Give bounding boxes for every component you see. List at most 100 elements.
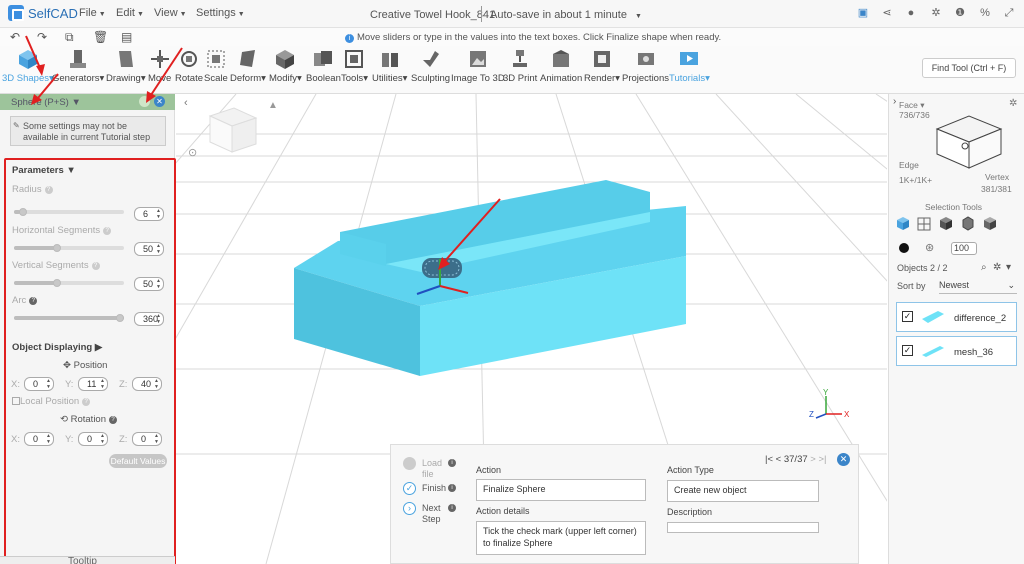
menu-view[interactable]: View ▼ bbox=[154, 7, 187, 19]
position-x-input[interactable]: 0 ▲ ▼ bbox=[24, 377, 54, 391]
color-swatch[interactable] bbox=[899, 243, 909, 253]
tool-image-to-3d[interactable]: Image To 3D bbox=[451, 48, 505, 84]
help-icon[interactable]: ? bbox=[44, 186, 53, 194]
objects-settings-icon[interactable]: ✲ bbox=[993, 262, 1001, 273]
vertical-segments-slider[interactable] bbox=[14, 279, 124, 287]
find-tool-button[interactable]: Find Tool (Ctrl + F) bbox=[922, 58, 1016, 78]
notifications-icon[interactable]: ● bbox=[904, 6, 918, 20]
tool-drawing[interactable]: Drawing▾ bbox=[106, 48, 146, 84]
tool-deform[interactable]: Deform▾ bbox=[230, 48, 266, 84]
settings-icon[interactable]: ✲ bbox=[929, 6, 943, 20]
help-icon[interactable]: ? bbox=[82, 398, 91, 406]
redo-icon[interactable]: ↷ bbox=[37, 30, 47, 44]
local-position-toggle[interactable]: Local Position? bbox=[12, 396, 91, 407]
arc-input[interactable]: 360 ▲ ▼ bbox=[134, 312, 164, 326]
tool-tutorials[interactable]: Tutorials▾ bbox=[669, 48, 710, 84]
share-icon[interactable]: ⋖ bbox=[880, 6, 894, 20]
help-icon[interactable]: ? bbox=[91, 262, 100, 270]
opacity-input[interactable]: 100 bbox=[951, 242, 977, 255]
menu-settings[interactable]: Settings ▼ bbox=[196, 7, 245, 19]
object-displaying-title[interactable]: Object Displaying ▶ bbox=[12, 342, 102, 353]
object-visibility-checkbox[interactable]: ✓ bbox=[902, 311, 913, 322]
rotation-y-input[interactable]: 0 ▲ ▼ bbox=[78, 432, 108, 446]
select-mesh-icon[interactable] bbox=[917, 217, 931, 231]
fullscreen-icon[interactable]: ⤢ bbox=[1002, 6, 1016, 20]
tool-move[interactable]: Move bbox=[148, 48, 171, 84]
close-action-panel-button[interactable]: ✕ bbox=[837, 453, 850, 466]
vertex-label[interactable]: Vertex bbox=[985, 172, 1009, 182]
select-vertex-icon[interactable] bbox=[984, 217, 996, 230]
tool-sculpting[interactable]: Sculpting bbox=[411, 48, 450, 84]
horizontal-segments-slider[interactable] bbox=[14, 244, 124, 252]
tooltip-bar[interactable]: Tooltip bbox=[0, 556, 175, 564]
document-title[interactable]: Creative Towel Hook_841 bbox=[370, 9, 495, 21]
position-z-input[interactable]: 40 ▲ ▼ bbox=[132, 377, 162, 391]
vertical-segments-slider-knob[interactable] bbox=[52, 279, 61, 287]
app-logo[interactable]: SelfCAD bbox=[8, 5, 78, 21]
tool-generators[interactable]: Generators▾ bbox=[52, 48, 104, 84]
tool-projections[interactable]: Projections bbox=[622, 48, 669, 84]
tool-modify[interactable]: Modify▾ bbox=[269, 48, 302, 84]
first-step-icon[interactable]: |< bbox=[765, 454, 773, 465]
radius-slider[interactable] bbox=[14, 208, 124, 216]
edge-label[interactable]: Edge bbox=[899, 160, 919, 170]
rotation-x-input[interactable]: 0 ▲ ▼ bbox=[24, 432, 54, 446]
right-settings-icon[interactable]: ✲ bbox=[1009, 98, 1017, 109]
position-y-input[interactable]: 11 ▲ ▼ bbox=[78, 377, 108, 391]
selection-mode-cube[interactable] bbox=[929, 104, 1009, 174]
object-row-mesh-36[interactable]: ✓ mesh_36 bbox=[896, 336, 1017, 366]
info-icon[interactable]: ❶ bbox=[953, 6, 967, 20]
parameters-title[interactable]: Parameters ▼ bbox=[12, 165, 76, 176]
next-step-icon[interactable]: > bbox=[810, 454, 816, 465]
target-icon[interactable]: ⊙ bbox=[188, 147, 197, 159]
finalize-check-button[interactable] bbox=[139, 96, 150, 107]
camera-icon[interactable]: ▲ bbox=[268, 100, 278, 111]
object-row-difference-2[interactable]: ✓ difference_2 bbox=[896, 302, 1017, 332]
tool-tools[interactable]: Tools▾ bbox=[341, 48, 368, 84]
help-icon[interactable]: ? bbox=[103, 227, 112, 235]
info-icon[interactable]: i bbox=[448, 484, 456, 492]
select-face-icon[interactable] bbox=[940, 217, 952, 230]
vertical-segments-input[interactable]: 50 ▲ ▼ bbox=[134, 277, 164, 291]
default-values-button[interactable]: Default Values bbox=[109, 454, 167, 468]
tool-rotate[interactable]: Rotate bbox=[175, 48, 203, 84]
objects-menu-icon[interactable]: ▾ bbox=[1006, 262, 1011, 273]
prev-step-icon[interactable]: < bbox=[776, 454, 782, 465]
save-icon[interactable]: ▣ bbox=[856, 6, 870, 20]
local-position-checkbox[interactable] bbox=[12, 397, 20, 405]
tool-boolean[interactable]: Boolean bbox=[306, 48, 341, 84]
arc-slider[interactable] bbox=[14, 314, 124, 322]
menu-edit[interactable]: Edit ▼ bbox=[116, 7, 144, 19]
arc-slider-knob[interactable] bbox=[116, 314, 124, 322]
tool-utilities[interactable]: Utilities▾ bbox=[372, 48, 407, 84]
undo-icon[interactable]: ↶ bbox=[10, 30, 20, 44]
panel-collapse-icon[interactable]: ‹ bbox=[184, 97, 188, 109]
units-icon[interactable]: % bbox=[978, 6, 992, 20]
copy-icon[interactable]: ⧉ bbox=[65, 30, 74, 45]
menu-file[interactable]: File ▼ bbox=[79, 7, 106, 19]
radius-slider-knob[interactable] bbox=[19, 208, 28, 216]
help-icon[interactable]: ? bbox=[109, 416, 117, 424]
paste-icon[interactable]: ▤ bbox=[121, 30, 132, 44]
tool-render[interactable]: Render▾ bbox=[584, 48, 620, 84]
autosave-status[interactable]: Auto-save in about 1 minute ▼ bbox=[490, 9, 642, 21]
view-cube[interactable] bbox=[208, 107, 258, 153]
radius-input[interactable]: 6 ▲ ▼ bbox=[134, 207, 164, 221]
tool-animation[interactable]: Animation bbox=[540, 48, 582, 84]
tool-scale[interactable]: Scale bbox=[204, 48, 228, 84]
horizontal-segments-input[interactable]: 50 ▲ ▼ bbox=[134, 242, 164, 256]
search-objects-icon[interactable]: ⌕ bbox=[981, 262, 987, 273]
help-icon[interactable]: ? bbox=[29, 297, 38, 305]
tool-3d-shapes[interactable]: 3D Shapes▾ bbox=[2, 48, 54, 84]
select-edge-icon[interactable] bbox=[962, 216, 974, 231]
horizontal-segments-slider-knob[interactable] bbox=[52, 244, 61, 252]
object-visibility-checkbox[interactable]: ✓ bbox=[902, 345, 913, 356]
info-icon[interactable]: i bbox=[448, 459, 456, 467]
tool-3d-print[interactable]: 3D Print bbox=[503, 48, 537, 84]
texture-icon[interactable]: ⊛ bbox=[925, 241, 934, 254]
info-icon[interactable]: i bbox=[448, 504, 456, 512]
close-panel-button[interactable]: ✕ bbox=[154, 96, 165, 107]
last-step-icon[interactable]: >| bbox=[818, 454, 826, 465]
rotation-z-input[interactable]: 0 ▲ ▼ bbox=[132, 432, 162, 446]
sort-select[interactable]: Newest ⌄ bbox=[939, 280, 1017, 294]
